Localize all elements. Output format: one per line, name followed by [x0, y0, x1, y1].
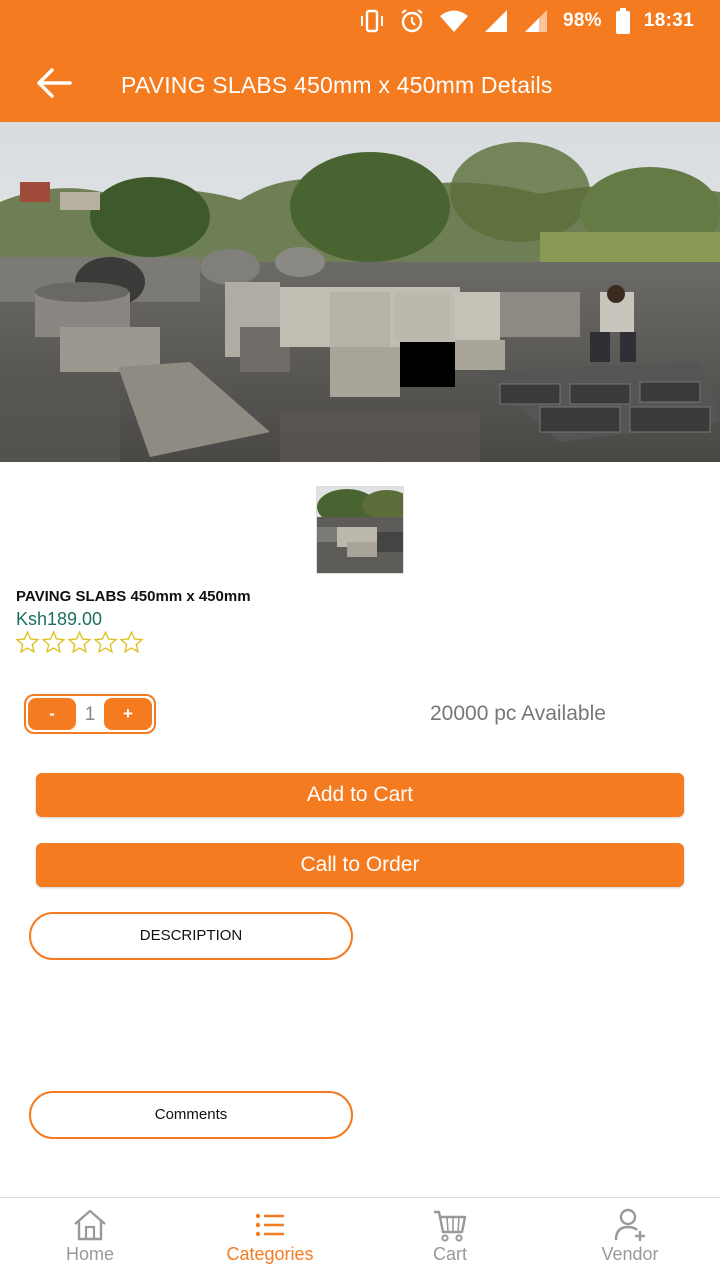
cell-signal-icon	[484, 10, 507, 32]
nav-label-cart: Cart	[432, 1244, 467, 1264]
user-add-icon	[614, 1208, 645, 1241]
app-bar: PAVING SLABS 450mm x 450mm Details	[0, 42, 720, 122]
add-to-cart-button[interactable]: Add to Cart	[36, 773, 684, 817]
nav-label-categories: Categories	[226, 1244, 314, 1264]
product-thumbnail[interactable]	[316, 486, 404, 574]
star-outline-icon	[67, 630, 92, 654]
nav-item-cart[interactable]: Cart	[360, 1198, 540, 1280]
alarm-icon	[401, 9, 423, 33]
clock: 18:31	[643, 10, 694, 31]
status-bar: 98% 18:31	[0, 0, 720, 42]
wifi-icon	[439, 10, 468, 32]
product-name: PAVING SLABS 450mm x 450mm	[16, 588, 251, 605]
battery-icon	[615, 8, 630, 34]
star-outline-icon	[15, 630, 40, 654]
call-to-order-button[interactable]: Call to Order	[36, 843, 684, 887]
status-icons: 98% 18:31	[359, 6, 694, 36]
nav-label-home: Home	[65, 1244, 114, 1264]
star-outline-icon	[93, 630, 118, 654]
star-outline-icon	[119, 630, 144, 654]
nav-item-vendor[interactable]: Vendor	[540, 1198, 720, 1280]
home-icon	[74, 1209, 106, 1241]
bottom-navigation: Home Categories Cart Vendor	[0, 1197, 720, 1280]
quantity-stepper: - 1 +	[24, 694, 156, 734]
back-button[interactable]	[34, 66, 74, 100]
decrease-quantity-button[interactable]: -	[28, 698, 76, 730]
rating-stars[interactable]	[15, 630, 144, 655]
arrow-left-icon	[37, 68, 72, 98]
comments-button[interactable]: Comments	[29, 1091, 353, 1139]
product-price: Ksh189.00	[16, 609, 103, 629]
page-title: PAVING SLABS 450mm x 450mm Details	[121, 72, 553, 98]
nav-item-home[interactable]: Home	[0, 1198, 180, 1280]
nav-item-categories[interactable]: Categories	[180, 1198, 360, 1280]
vibrate-icon	[360, 9, 383, 33]
product-image[interactable]	[0, 122, 720, 462]
list-icon	[255, 1213, 284, 1237]
cell-signal-2-icon	[524, 10, 547, 32]
stock-availability: 20000 pc Available	[430, 702, 606, 725]
increase-quantity-button[interactable]: +	[104, 698, 152, 730]
star-outline-icon	[41, 630, 66, 654]
nav-label-vendor: Vendor	[601, 1244, 659, 1264]
quantity-value[interactable]: 1	[76, 696, 104, 732]
cart-icon	[434, 1210, 467, 1242]
battery-percent: 98%	[562, 10, 602, 31]
description-button[interactable]: DESCRIPTION	[29, 912, 353, 960]
